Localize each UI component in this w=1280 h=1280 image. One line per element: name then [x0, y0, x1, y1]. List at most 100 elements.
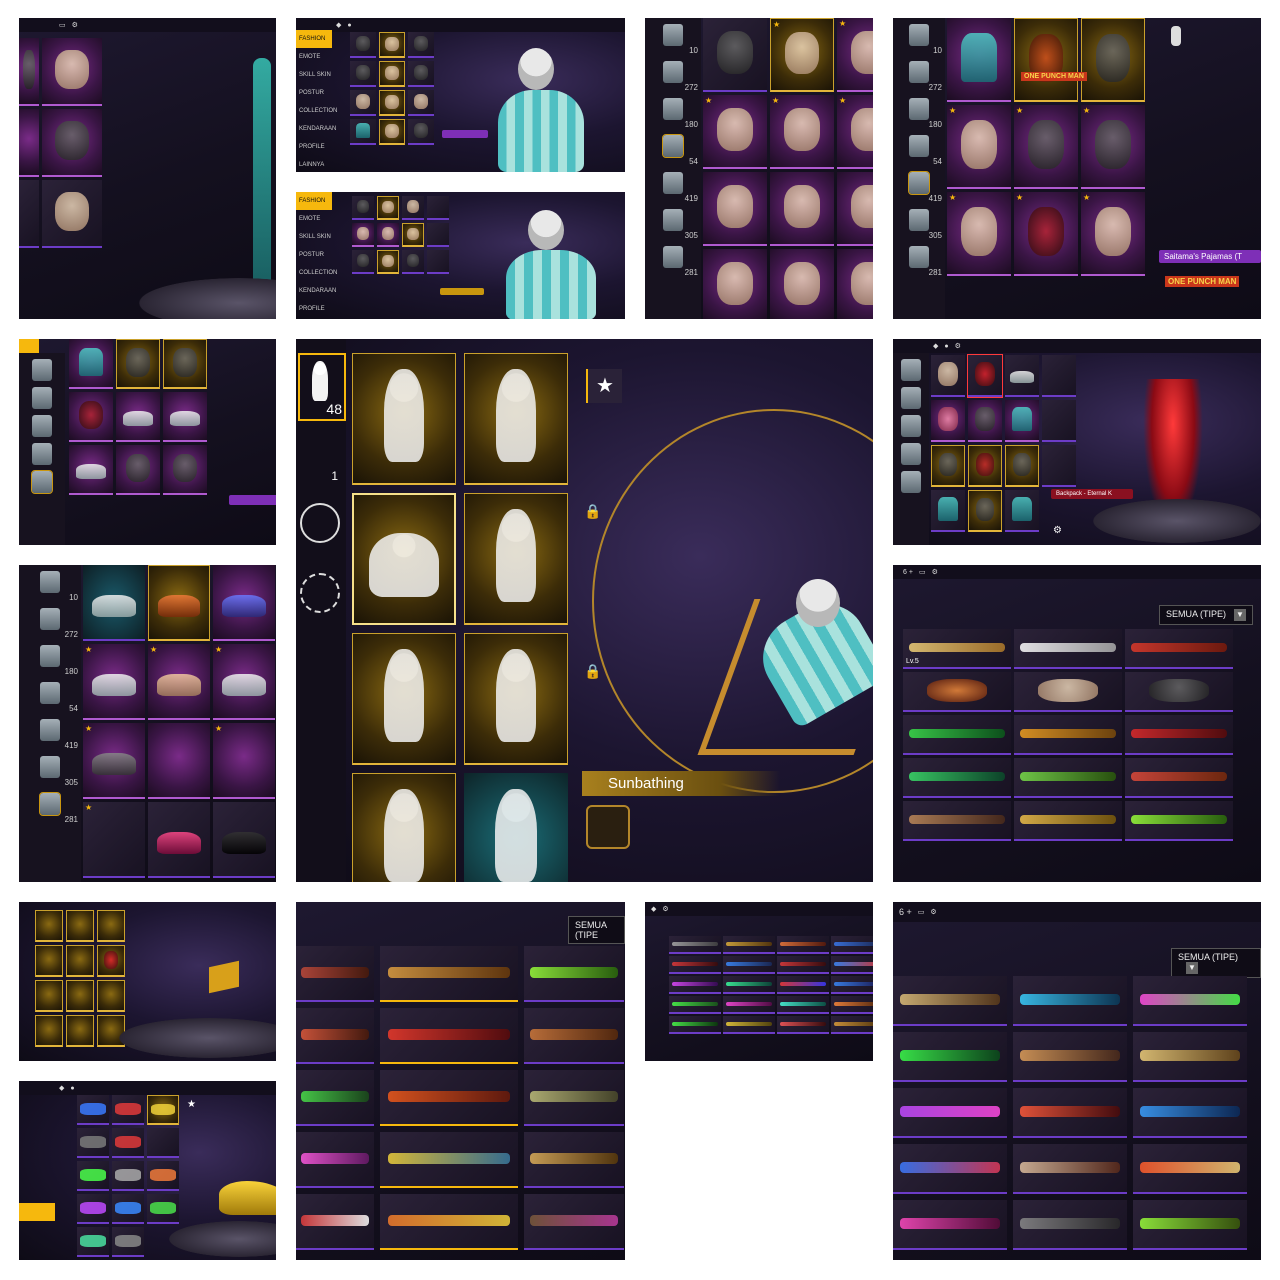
- nav-postur[interactable]: POSTUR: [296, 84, 332, 102]
- nav-kendaraan[interactable]: KENDARAAN: [296, 282, 336, 300]
- gold-item-tile[interactable]: [97, 945, 125, 977]
- weapon-tile[interactable]: [831, 996, 873, 1014]
- top-tile[interactable]: ★: [947, 192, 1011, 276]
- backpack-tile[interactable]: [968, 445, 1002, 487]
- backpack-tile[interactable]: [931, 445, 965, 487]
- category-icon[interactable]: [32, 387, 52, 409]
- category-icon[interactable]: [663, 246, 683, 268]
- gold-item-tile[interactable]: [66, 980, 94, 1012]
- shoe-tile[interactable]: [148, 565, 210, 641]
- weapon-tile[interactable]: [1014, 758, 1122, 798]
- weapon-tile[interactable]: [777, 956, 829, 974]
- category-icon[interactable]: [31, 470, 53, 494]
- weapon-tile[interactable]: [296, 1070, 374, 1126]
- mail-icon[interactable]: ▭: [59, 21, 66, 29]
- weapon-tile[interactable]: [524, 946, 624, 1002]
- weapon-tile[interactable]: [893, 1144, 1007, 1194]
- mask-tile[interactable]: [402, 196, 424, 220]
- backpack-tile[interactable]: [931, 490, 965, 532]
- weapon-tile[interactable]: [380, 946, 518, 1002]
- shoe-tile[interactable]: ★: [83, 802, 145, 878]
- backpack-tile[interactable]: [1042, 445, 1076, 487]
- mask-tile[interactable]: [377, 196, 399, 220]
- pants-tile[interactable]: [116, 445, 160, 495]
- weapon-tile[interactable]: [1125, 758, 1233, 798]
- category-icon[interactable]: [40, 756, 60, 778]
- weapon-tile[interactable]: Lv.5: [903, 629, 1011, 669]
- shoe-tile[interactable]: [83, 565, 145, 641]
- outfit-tile[interactable]: [19, 180, 39, 248]
- category-icon[interactable]: [909, 98, 929, 120]
- vehicle-tile[interactable]: [112, 1161, 144, 1191]
- top-tile[interactable]: ★: [1081, 105, 1145, 189]
- nav-emote[interactable]: EMOTE: [296, 48, 332, 66]
- vehicle-tile[interactable]: [77, 1128, 109, 1158]
- gold-item-tile[interactable]: [35, 980, 63, 1012]
- weapon-tile[interactable]: [777, 1016, 829, 1034]
- category-icon[interactable]: [663, 24, 683, 46]
- shoe-tile[interactable]: ★: [213, 723, 275, 799]
- type-filter-dropdown[interactable]: SEMUA (TIPE: [568, 916, 625, 944]
- shoe-tile[interactable]: [148, 802, 210, 878]
- weapon-tile[interactable]: [893, 976, 1007, 1026]
- mask-tile[interactable]: [350, 32, 376, 58]
- weapon-tile[interactable]: [903, 801, 1011, 841]
- weapon-tile[interactable]: [524, 1132, 624, 1188]
- weapon-tile[interactable]: [723, 956, 775, 974]
- type-filter-dropdown[interactable]: SEMUA (TIPE)▼: [1171, 948, 1261, 978]
- mask-tile[interactable]: [379, 32, 405, 58]
- mask-tile[interactable]: [402, 250, 424, 274]
- mask-tile[interactable]: [770, 172, 834, 246]
- vehicle-tile[interactable]: [112, 1095, 144, 1125]
- emote-tile[interactable]: [464, 353, 568, 485]
- weapon-tile[interactable]: [669, 996, 721, 1014]
- outfit-tile[interactable]: [19, 109, 39, 177]
- weapon-tile[interactable]: [723, 976, 775, 994]
- mask-tile[interactable]: [408, 61, 434, 87]
- category-icon[interactable]: [901, 443, 921, 465]
- mask-tile[interactable]: [703, 18, 767, 92]
- favorite-star-button[interactable]: ★: [586, 369, 622, 403]
- mask-tile[interactable]: [379, 119, 405, 145]
- weapon-tile[interactable]: [1125, 672, 1233, 712]
- weapon-tile[interactable]: [380, 1008, 518, 1064]
- emote-tile[interactable]: [352, 633, 456, 765]
- category-icon[interactable]: [40, 571, 60, 593]
- category-icon[interactable]: [39, 792, 61, 816]
- mask-tile[interactable]: [427, 196, 449, 220]
- nav-skill-skin[interactable]: SKILL SKIN: [296, 66, 332, 84]
- outfit-tile[interactable]: [42, 109, 102, 177]
- backpack-tile[interactable]: [1005, 490, 1039, 532]
- nav-item[interactable]: [19, 1131, 55, 1149]
- nav-item[interactable]: [19, 1149, 55, 1167]
- weapon-tile[interactable]: [669, 976, 721, 994]
- backpack-tile[interactable]: [1005, 355, 1039, 397]
- type-filter-dropdown[interactable]: SEMUA (TIPE)▼: [1159, 605, 1254, 625]
- mask-tile[interactable]: [427, 250, 449, 274]
- category-icon[interactable]: [901, 359, 921, 381]
- weapon-tile[interactable]: [1013, 976, 1127, 1026]
- mask-tile[interactable]: ★: [703, 95, 767, 169]
- outfit-tile[interactable]: [42, 38, 102, 106]
- weapon-tile[interactable]: [893, 1088, 1007, 1138]
- top-tile[interactable]: ★: [1014, 192, 1078, 276]
- backpack-tile[interactable]: [931, 400, 965, 442]
- category-icon[interactable]: [663, 172, 683, 194]
- star-icon[interactable]: ★: [187, 1099, 196, 1110]
- weapon-tile[interactable]: [831, 1016, 873, 1034]
- weapon-tile[interactable]: [723, 1016, 775, 1034]
- backpack-tile[interactable]: [1042, 400, 1076, 442]
- weapon-tile[interactable]: [1013, 1032, 1127, 1082]
- weapon-tile[interactable]: [723, 936, 775, 954]
- category-icon[interactable]: [662, 134, 684, 158]
- vehicle-tile[interactable]: [77, 1227, 109, 1257]
- emote-action-button[interactable]: [586, 805, 630, 849]
- nav-profile[interactable]: PROFILE: [296, 138, 332, 156]
- vehicle-tile[interactable]: [77, 1194, 109, 1224]
- gold-item-tile[interactable]: [35, 1015, 63, 1047]
- mask-tile[interactable]: [703, 172, 767, 246]
- mask-tile[interactable]: [352, 196, 374, 220]
- pants-tile[interactable]: [69, 445, 113, 495]
- mask-tile[interactable]: [377, 223, 399, 247]
- category-icon[interactable]: [40, 682, 60, 704]
